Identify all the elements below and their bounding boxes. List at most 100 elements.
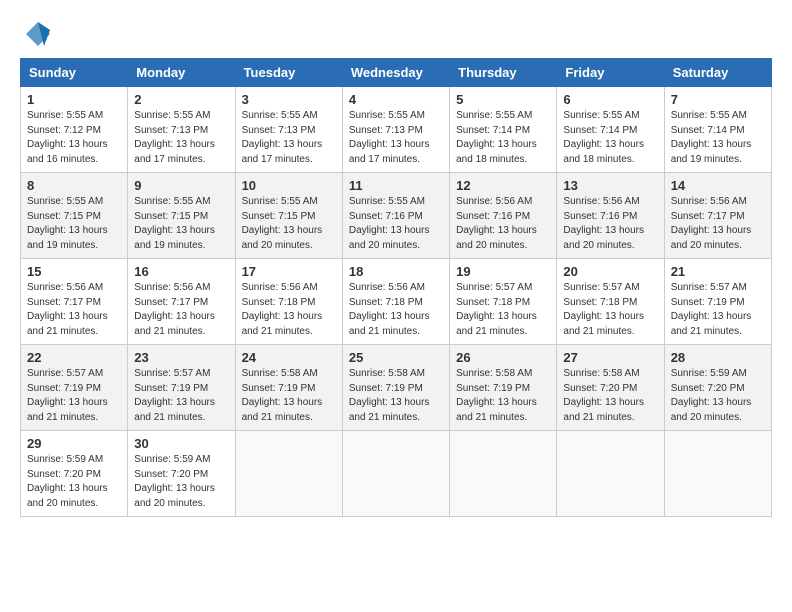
calendar-cell-2-4: 11 Sunrise: 5:55 AMSunset: 7:16 PMDaylig… [342,173,449,259]
calendar-cell-4-2: 23 Sunrise: 5:57 AMSunset: 7:19 PMDaylig… [128,345,235,431]
day-number: 4 [349,92,443,107]
day-number: 23 [134,350,228,365]
calendar-cell-5-1: 29 Sunrise: 5:59 AMSunset: 7:20 PMDaylig… [21,431,128,517]
day-number: 16 [134,264,228,279]
calendar-cell-2-3: 10 Sunrise: 5:55 AMSunset: 7:15 PMDaylig… [235,173,342,259]
calendar-cell-2-2: 9 Sunrise: 5:55 AMSunset: 7:15 PMDayligh… [128,173,235,259]
day-number: 19 [456,264,550,279]
calendar-cell-5-4 [342,431,449,517]
day-number: 1 [27,92,121,107]
header-monday: Monday [128,59,235,87]
logo-icon [24,20,52,48]
calendar-table: Sunday Monday Tuesday Wednesday Thursday… [20,58,772,517]
calendar-cell-3-4: 18 Sunrise: 5:56 AMSunset: 7:18 PMDaylig… [342,259,449,345]
calendar-cell-5-5 [450,431,557,517]
header-saturday: Saturday [664,59,771,87]
day-number: 24 [242,350,336,365]
calendar-cell-3-1: 15 Sunrise: 5:56 AMSunset: 7:17 PMDaylig… [21,259,128,345]
calendar-cell-5-7 [664,431,771,517]
day-info: Sunrise: 5:59 AMSunset: 7:20 PMDaylight:… [27,454,108,509]
day-info: Sunrise: 5:56 AMSunset: 7:17 PMDaylight:… [27,282,108,337]
day-number: 18 [349,264,443,279]
header-tuesday: Tuesday [235,59,342,87]
day-number: 14 [671,178,765,193]
weekday-header-row: Sunday Monday Tuesday Wednesday Thursday… [21,59,772,87]
day-number: 9 [134,178,228,193]
calendar-cell-3-7: 21 Sunrise: 5:57 AMSunset: 7:19 PMDaylig… [664,259,771,345]
calendar-cell-2-7: 14 Sunrise: 5:56 AMSunset: 7:17 PMDaylig… [664,173,771,259]
calendar-week-2: 8 Sunrise: 5:55 AMSunset: 7:15 PMDayligh… [21,173,772,259]
day-number: 17 [242,264,336,279]
calendar-cell-1-5: 5 Sunrise: 5:55 AMSunset: 7:14 PMDayligh… [450,87,557,173]
day-number: 22 [27,350,121,365]
calendar-cell-1-1: 1 Sunrise: 5:55 AMSunset: 7:12 PMDayligh… [21,87,128,173]
calendar-cell-3-5: 19 Sunrise: 5:57 AMSunset: 7:18 PMDaylig… [450,259,557,345]
day-info: Sunrise: 5:57 AMSunset: 7:19 PMDaylight:… [671,282,752,337]
day-number: 29 [27,436,121,451]
day-number: 2 [134,92,228,107]
calendar-cell-1-7: 7 Sunrise: 5:55 AMSunset: 7:14 PMDayligh… [664,87,771,173]
day-info: Sunrise: 5:56 AMSunset: 7:17 PMDaylight:… [134,282,215,337]
day-info: Sunrise: 5:56 AMSunset: 7:17 PMDaylight:… [671,196,752,251]
header-friday: Friday [557,59,664,87]
calendar-week-3: 15 Sunrise: 5:56 AMSunset: 7:17 PMDaylig… [21,259,772,345]
day-info: Sunrise: 5:56 AMSunset: 7:16 PMDaylight:… [563,196,644,251]
day-info: Sunrise: 5:56 AMSunset: 7:18 PMDaylight:… [349,282,430,337]
header-sunday: Sunday [21,59,128,87]
day-info: Sunrise: 5:55 AMSunset: 7:13 PMDaylight:… [134,110,215,165]
day-number: 6 [563,92,657,107]
calendar-cell-2-5: 12 Sunrise: 5:56 AMSunset: 7:16 PMDaylig… [450,173,557,259]
day-number: 15 [27,264,121,279]
calendar-week-5: 29 Sunrise: 5:59 AMSunset: 7:20 PMDaylig… [21,431,772,517]
calendar-cell-3-6: 20 Sunrise: 5:57 AMSunset: 7:18 PMDaylig… [557,259,664,345]
day-number: 5 [456,92,550,107]
calendar-cell-4-6: 27 Sunrise: 5:58 AMSunset: 7:20 PMDaylig… [557,345,664,431]
day-number: 3 [242,92,336,107]
calendar-cell-2-6: 13 Sunrise: 5:56 AMSunset: 7:16 PMDaylig… [557,173,664,259]
day-number: 20 [563,264,657,279]
calendar-cell-4-7: 28 Sunrise: 5:59 AMSunset: 7:20 PMDaylig… [664,345,771,431]
day-info: Sunrise: 5:59 AMSunset: 7:20 PMDaylight:… [671,368,752,423]
day-number: 10 [242,178,336,193]
day-info: Sunrise: 5:59 AMSunset: 7:20 PMDaylight:… [134,454,215,509]
day-number: 21 [671,264,765,279]
calendar-cell-5-6 [557,431,664,517]
day-info: Sunrise: 5:55 AMSunset: 7:14 PMDaylight:… [456,110,537,165]
calendar-cell-4-3: 24 Sunrise: 5:58 AMSunset: 7:19 PMDaylig… [235,345,342,431]
day-number: 12 [456,178,550,193]
calendar-cell-1-2: 2 Sunrise: 5:55 AMSunset: 7:13 PMDayligh… [128,87,235,173]
day-info: Sunrise: 5:58 AMSunset: 7:19 PMDaylight:… [349,368,430,423]
day-number: 26 [456,350,550,365]
day-info: Sunrise: 5:57 AMSunset: 7:19 PMDaylight:… [27,368,108,423]
day-number: 13 [563,178,657,193]
calendar-week-4: 22 Sunrise: 5:57 AMSunset: 7:19 PMDaylig… [21,345,772,431]
day-number: 11 [349,178,443,193]
calendar-body: 1 Sunrise: 5:55 AMSunset: 7:12 PMDayligh… [21,87,772,517]
calendar-cell-1-3: 3 Sunrise: 5:55 AMSunset: 7:13 PMDayligh… [235,87,342,173]
calendar-cell-1-6: 6 Sunrise: 5:55 AMSunset: 7:14 PMDayligh… [557,87,664,173]
day-number: 30 [134,436,228,451]
day-info: Sunrise: 5:55 AMSunset: 7:13 PMDaylight:… [349,110,430,165]
day-info: Sunrise: 5:55 AMSunset: 7:16 PMDaylight:… [349,196,430,251]
day-info: Sunrise: 5:56 AMSunset: 7:18 PMDaylight:… [242,282,323,337]
calendar-cell-2-1: 8 Sunrise: 5:55 AMSunset: 7:15 PMDayligh… [21,173,128,259]
calendar-cell-5-2: 30 Sunrise: 5:59 AMSunset: 7:20 PMDaylig… [128,431,235,517]
logo [20,20,52,48]
day-info: Sunrise: 5:55 AMSunset: 7:13 PMDaylight:… [242,110,323,165]
calendar-cell-3-3: 17 Sunrise: 5:56 AMSunset: 7:18 PMDaylig… [235,259,342,345]
day-info: Sunrise: 5:55 AMSunset: 7:12 PMDaylight:… [27,110,108,165]
header-wednesday: Wednesday [342,59,449,87]
calendar-cell-4-5: 26 Sunrise: 5:58 AMSunset: 7:19 PMDaylig… [450,345,557,431]
day-info: Sunrise: 5:57 AMSunset: 7:18 PMDaylight:… [456,282,537,337]
calendar-cell-4-1: 22 Sunrise: 5:57 AMSunset: 7:19 PMDaylig… [21,345,128,431]
day-number: 7 [671,92,765,107]
day-number: 28 [671,350,765,365]
day-number: 25 [349,350,443,365]
day-info: Sunrise: 5:55 AMSunset: 7:15 PMDaylight:… [134,196,215,251]
calendar-cell-1-4: 4 Sunrise: 5:55 AMSunset: 7:13 PMDayligh… [342,87,449,173]
day-info: Sunrise: 5:57 AMSunset: 7:19 PMDaylight:… [134,368,215,423]
day-info: Sunrise: 5:55 AMSunset: 7:14 PMDaylight:… [671,110,752,165]
day-info: Sunrise: 5:56 AMSunset: 7:16 PMDaylight:… [456,196,537,251]
calendar-week-1: 1 Sunrise: 5:55 AMSunset: 7:12 PMDayligh… [21,87,772,173]
day-number: 8 [27,178,121,193]
